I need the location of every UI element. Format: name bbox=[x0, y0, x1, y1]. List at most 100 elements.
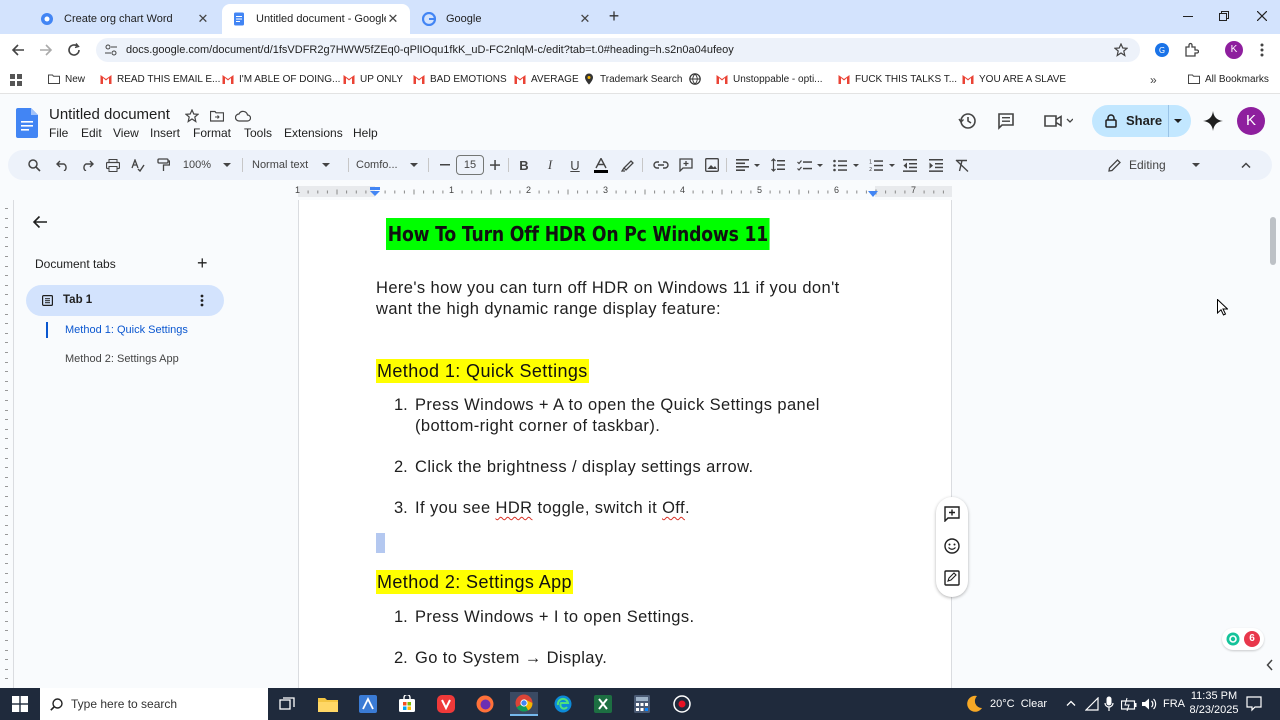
bookmark-item[interactable]: I'M ABLE OF DOING... bbox=[222, 73, 340, 85]
underline-button[interactable]: U bbox=[567, 157, 583, 173]
grammar-extension-badge[interactable]: 6 bbox=[1222, 628, 1264, 650]
gemini-sparkle-icon[interactable] bbox=[1203, 111, 1223, 131]
bookmark-item[interactable]: New bbox=[48, 73, 85, 85]
new-tab-button[interactable]: + bbox=[606, 7, 622, 25]
increase-font-size-button[interactable] bbox=[488, 157, 502, 173]
scrollbar-thumb[interactable] bbox=[1270, 217, 1276, 265]
meet-button[interactable] bbox=[1040, 110, 1076, 132]
bookmark-item[interactable]: FUCK THIS TALKS T... bbox=[838, 73, 957, 85]
search-menus-button[interactable] bbox=[26, 157, 42, 173]
menu-file[interactable]: File bbox=[49, 126, 68, 140]
browser-tab-org-chart[interactable]: Create org chart Word ✕ bbox=[30, 4, 220, 34]
numbered-list-button[interactable]: 12 bbox=[868, 157, 898, 173]
all-bookmarks[interactable]: All Bookmarks bbox=[1188, 73, 1269, 85]
store-app-button[interactable] bbox=[393, 692, 421, 716]
menu-tools[interactable]: Tools bbox=[244, 126, 272, 140]
add-comment-icon[interactable] bbox=[944, 506, 960, 522]
spellcheck-button[interactable] bbox=[130, 157, 146, 173]
star-icon[interactable] bbox=[185, 109, 199, 123]
docs-logo-icon[interactable] bbox=[16, 108, 38, 138]
bookmark-item[interactable]: UP ONLY bbox=[343, 73, 403, 85]
start-button[interactable] bbox=[0, 688, 40, 720]
document-title[interactable]: Untitled document bbox=[49, 106, 170, 123]
close-tab-icon[interactable]: ✕ bbox=[386, 12, 400, 26]
menu-help[interactable]: Help bbox=[353, 126, 378, 140]
clear-formatting-button[interactable] bbox=[954, 157, 970, 173]
vivaldi-app-button[interactable] bbox=[432, 692, 460, 716]
maximize-button[interactable] bbox=[1206, 0, 1242, 32]
highlight-color-button[interactable] bbox=[620, 157, 636, 173]
paragraph-style-select[interactable]: Normal text bbox=[252, 157, 344, 173]
chevron-down-icon[interactable] bbox=[1173, 118, 1183, 124]
weather-text[interactable]: 20°C Clear bbox=[990, 698, 1047, 710]
chevron-left-icon[interactable] bbox=[1266, 659, 1274, 671]
align-button[interactable] bbox=[734, 157, 764, 173]
move-folder-icon[interactable] bbox=[210, 109, 224, 123]
chrome-app-button[interactable] bbox=[510, 692, 538, 716]
insert-link-button[interactable] bbox=[652, 157, 670, 173]
undo-button[interactable] bbox=[54, 157, 70, 173]
italic-button[interactable]: I bbox=[542, 157, 558, 173]
decrease-font-size-button[interactable] bbox=[438, 157, 452, 173]
checklist-button[interactable] bbox=[796, 157, 826, 173]
menu-extensions[interactable]: Extensions bbox=[284, 126, 343, 140]
paint-format-button[interactable] bbox=[155, 157, 171, 173]
browser-menu-button[interactable] bbox=[1252, 40, 1272, 60]
document-page[interactable]: How To Turn Off HDR On Pc Windows 11 Her… bbox=[298, 200, 952, 688]
redo-button[interactable] bbox=[79, 157, 95, 173]
minimize-button[interactable] bbox=[1170, 0, 1206, 32]
close-tab-icon[interactable]: ✕ bbox=[578, 12, 592, 26]
right-indent-marker-icon[interactable] bbox=[868, 191, 878, 197]
notification-center-icon[interactable] bbox=[1246, 696, 1262, 712]
emoji-reaction-icon[interactable] bbox=[944, 538, 960, 554]
bookmark-item[interactable]: BAD EMOTIONS bbox=[413, 73, 507, 85]
address-bar[interactable]: docs.google.com/document/d/1fsVDFR2g7HWW… bbox=[96, 38, 1140, 62]
menu-view[interactable]: View bbox=[113, 126, 139, 140]
print-button[interactable] bbox=[105, 157, 121, 173]
reload-button[interactable] bbox=[64, 40, 84, 60]
close-window-button[interactable] bbox=[1244, 0, 1280, 32]
clock[interactable]: 11:35 PM 8/23/2025 bbox=[1188, 690, 1240, 716]
browser-tab-google[interactable]: Google ✕ bbox=[412, 4, 602, 34]
bookmark-item[interactable]: YOU ARE A SLAVE bbox=[962, 73, 1066, 85]
bookmark-item[interactable]: AVERAGE bbox=[514, 73, 579, 85]
apps-grid-icon[interactable] bbox=[10, 74, 22, 86]
bookmark-item[interactable]: Unstoppable - opti... bbox=[716, 73, 823, 85]
photoshop-app-button[interactable] bbox=[354, 692, 382, 716]
font-select[interactable]: Comfo... bbox=[356, 157, 422, 173]
outline-item-method-1[interactable]: Method 1: Quick Settings bbox=[65, 324, 188, 336]
extensions-button[interactable] bbox=[1181, 40, 1201, 60]
tab-item-tab-1[interactable]: Tab 1 bbox=[26, 285, 224, 316]
suggest-edits-icon[interactable] bbox=[944, 570, 960, 586]
zoom-select[interactable]: 100% bbox=[180, 157, 234, 173]
back-button[interactable] bbox=[8, 40, 28, 60]
language-indicator[interactable]: FRA bbox=[1163, 698, 1185, 710]
close-tab-icon[interactable]: ✕ bbox=[196, 12, 210, 26]
bookmark-star-icon[interactable] bbox=[1114, 43, 1128, 57]
edge-app-button[interactable] bbox=[549, 692, 577, 716]
recorder-app-button[interactable] bbox=[668, 692, 696, 716]
version-history-button[interactable] bbox=[956, 110, 978, 132]
firefox-app-button[interactable] bbox=[471, 692, 499, 716]
bookmark-item[interactable]: Trademark Search bbox=[583, 73, 682, 85]
file-explorer-button[interactable] bbox=[314, 692, 342, 716]
calculator-app-button[interactable] bbox=[628, 692, 656, 716]
add-comment-button[interactable] bbox=[678, 157, 694, 173]
more-vert-icon[interactable] bbox=[200, 294, 204, 307]
bold-button[interactable]: B bbox=[516, 157, 532, 173]
hide-menus-button[interactable] bbox=[1238, 157, 1254, 173]
outline-item-method-2[interactable]: Method 2: Settings App bbox=[65, 353, 179, 365]
left-indent-marker-icon[interactable] bbox=[370, 187, 380, 197]
bookmark-item[interactable] bbox=[689, 73, 706, 85]
chevron-up-icon[interactable] bbox=[1066, 700, 1076, 706]
bookmark-item[interactable]: READ THIS EMAIL E... bbox=[100, 73, 220, 85]
increase-indent-button[interactable] bbox=[928, 157, 944, 173]
font-size-input[interactable]: 15 bbox=[456, 155, 484, 175]
text-color-button[interactable] bbox=[593, 157, 609, 173]
microphone-icon[interactable] bbox=[1104, 696, 1114, 712]
excel-app-button[interactable] bbox=[589, 692, 617, 716]
task-view-button[interactable] bbox=[273, 692, 301, 716]
back-arrow-icon[interactable] bbox=[32, 215, 48, 229]
taskbar-search[interactable]: Type here to search bbox=[40, 688, 268, 720]
insert-image-button[interactable] bbox=[704, 157, 720, 173]
